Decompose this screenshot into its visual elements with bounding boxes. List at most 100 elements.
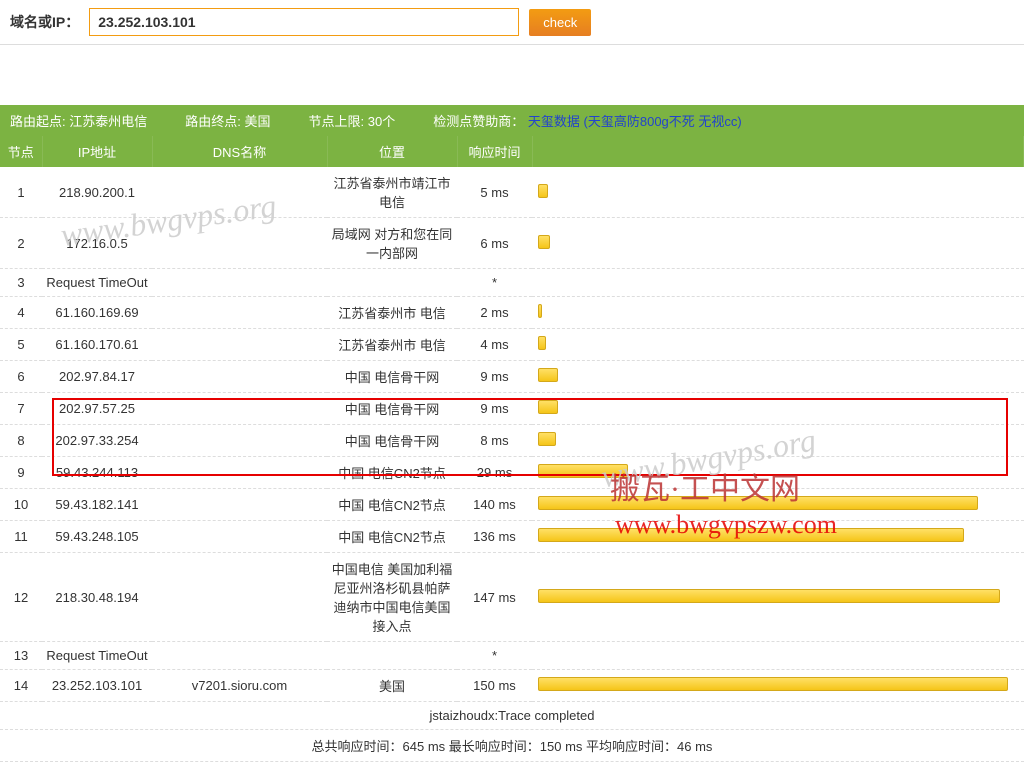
th-dns: DNS名称 (152, 136, 327, 167)
cell-bar (532, 521, 1024, 553)
latency-bar (538, 677, 1008, 691)
sponsor: 检测点赞助商： 天玺数据 (天玺高防800g不死 无视cc) (433, 111, 741, 130)
cell-latency: 8 ms (457, 425, 532, 457)
cell-ip: 23.252.103.101 (42, 670, 152, 702)
cell-ip: 59.43.244.113 (42, 457, 152, 489)
latency-bar (538, 432, 556, 446)
th-bar (532, 136, 1024, 167)
cell-bar (532, 393, 1024, 425)
cell-bar (532, 269, 1024, 297)
th-latency: 响应时间 (457, 136, 532, 167)
cell-ip: 61.160.170.61 (42, 329, 152, 361)
table-row: 8202.97.33.254中国 电信骨干网8 ms (0, 425, 1024, 457)
cell-location: 美国 (327, 670, 457, 702)
cell-node: 6 (0, 361, 42, 393)
cell-node: 12 (0, 553, 42, 642)
cell-dns: v7201.sioru.com (152, 670, 327, 702)
cell-location (327, 642, 457, 670)
domain-ip-input[interactable] (89, 8, 519, 36)
table-row: 959.43.244.113中国 电信CN2节点29 ms (0, 457, 1024, 489)
cell-latency: 140 ms (457, 489, 532, 521)
cell-dns (152, 297, 327, 329)
cell-dns (152, 329, 327, 361)
table-row: 1159.43.248.105中国 电信CN2节点136 ms (0, 521, 1024, 553)
latency-bar (538, 496, 978, 510)
cell-ip: 59.43.182.141 (42, 489, 152, 521)
table-row: 6202.97.84.17中国 电信骨干网9 ms (0, 361, 1024, 393)
cell-location: 中国 电信骨干网 (327, 393, 457, 425)
cell-ip: Request TimeOut (42, 269, 152, 297)
cell-bar (532, 218, 1024, 269)
cell-ip: 172.16.0.5 (42, 218, 152, 269)
cell-node: 11 (0, 521, 42, 553)
cell-dns (152, 269, 327, 297)
cell-dns (152, 167, 327, 218)
cell-node: 3 (0, 269, 42, 297)
table-row: 1218.90.200.1江苏省泰州市靖江市 电信5 ms (0, 167, 1024, 218)
cell-latency: 147 ms (457, 553, 532, 642)
cell-ip: 61.160.169.69 (42, 297, 152, 329)
latency-bar (538, 184, 548, 198)
cell-bar (532, 457, 1024, 489)
cell-bar (532, 167, 1024, 218)
cell-dns (152, 521, 327, 553)
cell-dns (152, 642, 327, 670)
trace-complete: jstaizhoudx:Trace completed (0, 702, 1024, 730)
stats: 总共响应时间：645 ms 最长响应时间：150 ms 平均响应时间：46 ms (0, 730, 1024, 762)
cell-node: 4 (0, 297, 42, 329)
cell-ip: 202.97.57.25 (42, 393, 152, 425)
latency-bar (538, 400, 558, 414)
cell-ip: 218.90.200.1 (42, 167, 152, 218)
cell-dns (152, 425, 327, 457)
cell-location: 中国电信 美国加利福尼亚州洛杉矶县帕萨迪纳市中国电信美国接入点 (327, 553, 457, 642)
cell-latency: 136 ms (457, 521, 532, 553)
cell-location (327, 269, 457, 297)
th-node: 节点 (0, 136, 42, 167)
cell-latency: 150 ms (457, 670, 532, 702)
cell-latency: 9 ms (457, 361, 532, 393)
hop-limit: 节点上限: 30个 (309, 111, 396, 130)
cell-bar (532, 489, 1024, 521)
latency-bar (538, 235, 550, 249)
cell-dns (152, 553, 327, 642)
cell-latency: 6 ms (457, 218, 532, 269)
latency-bar (538, 336, 546, 350)
route-start: 路由起点: 江苏泰州电信 (10, 111, 147, 130)
cell-dns (152, 393, 327, 425)
check-button[interactable]: check (529, 9, 591, 36)
search-bar: 域名或IP： check (0, 0, 1024, 45)
cell-node: 7 (0, 393, 42, 425)
table-row: 461.160.169.69江苏省泰州市 电信2 ms (0, 297, 1024, 329)
cell-dns (152, 489, 327, 521)
table-row: 1423.252.103.101v7201.sioru.com美国150 ms (0, 670, 1024, 702)
cell-bar (532, 425, 1024, 457)
cell-dns (152, 361, 327, 393)
table-row: 7202.97.57.25中国 电信骨干网9 ms (0, 393, 1024, 425)
cell-latency: * (457, 642, 532, 670)
cell-bar (532, 361, 1024, 393)
table-row: 2172.16.0.5 局域网 对方和您在同一内部网6 ms (0, 218, 1024, 269)
th-location: 位置 (327, 136, 457, 167)
latency-bar (538, 589, 1000, 603)
cell-location: 中国 电信骨干网 (327, 425, 457, 457)
cell-latency: * (457, 269, 532, 297)
latency-bar (538, 368, 558, 382)
cell-node: 10 (0, 489, 42, 521)
cell-node: 2 (0, 218, 42, 269)
cell-node: 14 (0, 670, 42, 702)
table-row: 12218.30.48.194中国电信 美国加利福尼亚州洛杉矶县帕萨迪纳市中国电… (0, 553, 1024, 642)
cell-latency: 5 ms (457, 167, 532, 218)
cell-location: 江苏省泰州市 电信 (327, 297, 457, 329)
cell-location: 江苏省泰州市 电信 (327, 329, 457, 361)
table-row: 561.160.170.61江苏省泰州市 电信4 ms (0, 329, 1024, 361)
cell-node: 5 (0, 329, 42, 361)
cell-node: 9 (0, 457, 42, 489)
cell-bar (532, 329, 1024, 361)
cell-bar (532, 642, 1024, 670)
table-row: 1059.43.182.141 中国 电信CN2节点140 ms (0, 489, 1024, 521)
cell-location: 中国 电信CN2节点 (327, 521, 457, 553)
cell-location: 局域网 对方和您在同一内部网 (327, 218, 457, 269)
sponsor-link[interactable]: 天玺数据 (天玺高防800g不死 无视cc) (528, 114, 742, 129)
cell-location: 江苏省泰州市靖江市 电信 (327, 167, 457, 218)
cell-location: 中国 电信CN2节点 (327, 489, 457, 521)
